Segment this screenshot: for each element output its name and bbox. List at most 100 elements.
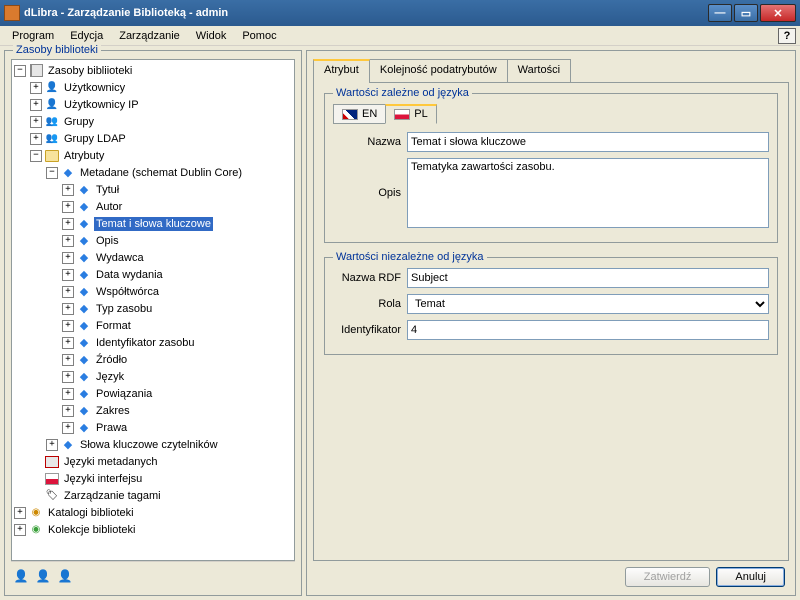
tree-item[interactable]: Opis [94, 234, 121, 248]
expander-icon[interactable]: + [14, 507, 26, 519]
tag-icon [45, 490, 59, 502]
expander-icon[interactable]: − [14, 65, 26, 77]
button-row: Zatwierdź Anuluj [313, 561, 789, 589]
tab-wartosci[interactable]: Wartości [507, 59, 571, 83]
tree-item[interactable]: Tytuł [94, 183, 121, 197]
lang-tab-en[interactable]: EN [333, 104, 386, 124]
anuluj-button[interactable]: Anuluj [716, 567, 785, 587]
tab-kolejnosc[interactable]: Kolejność podatrybutów [369, 59, 508, 83]
expander-icon[interactable]: + [62, 422, 74, 434]
tree-item-selected[interactable]: Temat i słowa kluczowe [94, 217, 213, 231]
tree-item[interactable]: Atrybuty [62, 149, 106, 163]
tree-item[interactable]: Słowa kluczowe czytelników [78, 438, 220, 452]
tree-item[interactable]: Katalogi biblioteki [46, 506, 136, 520]
flag-icon [45, 473, 59, 485]
zatwierdz-button[interactable]: Zatwierdź [625, 567, 711, 587]
details-panel: Atrybut Kolejność podatrybutów Wartości … [306, 50, 796, 596]
rola-select[interactable]: Temat [407, 294, 769, 314]
expander-icon[interactable]: − [30, 150, 42, 162]
expander-icon[interactable]: + [62, 405, 74, 417]
expander-icon[interactable]: + [62, 218, 74, 230]
expander-icon[interactable]: + [62, 269, 74, 281]
flag-icon [45, 456, 59, 468]
nazwa-input[interactable] [407, 132, 769, 152]
expander-icon[interactable]: + [62, 235, 74, 247]
group-icon [45, 133, 59, 145]
tree-item[interactable]: Metadane (schemat Dublin Core) [78, 166, 244, 180]
expander-icon[interactable]: + [30, 99, 42, 111]
expander-icon[interactable]: + [30, 82, 42, 94]
expander-icon[interactable]: − [46, 167, 58, 179]
diamond-icon [77, 252, 91, 264]
tree-item[interactable]: Zakres [94, 404, 132, 418]
tree-item[interactable]: Język [94, 370, 126, 384]
tree-item[interactable]: Kolekcje biblioteki [46, 523, 137, 537]
left-toolbar: 👤 👤 👤 [11, 561, 295, 589]
tree-item[interactable]: Grupy LDAP [62, 132, 128, 146]
diamond-icon [77, 184, 91, 196]
tree-item[interactable]: Wydawca [94, 251, 146, 265]
id-label: Identyfikator [333, 324, 407, 336]
expander-icon[interactable]: + [62, 201, 74, 213]
rola-label: Rola [333, 298, 407, 310]
opis-textarea[interactable] [407, 158, 769, 228]
tree-item[interactable]: Identyfikator zasobu [94, 336, 196, 350]
add-person-icon[interactable]: 👤 [35, 568, 51, 584]
tree-item[interactable]: Języki metadanych [62, 455, 160, 469]
expander-icon[interactable]: + [62, 337, 74, 349]
diamond-icon [77, 201, 91, 213]
resources-panel: Zasoby biblioteki −Zasoby bibliioteki +U… [4, 50, 302, 596]
resources-tree[interactable]: − Zasoby bibliioteki + Użytkownicy + Użytko… [11, 59, 295, 561]
window-maximize-button[interactable]: ▭ [734, 4, 758, 22]
tree-item[interactable]: Zarządzanie tagami [62, 489, 163, 503]
lang-tab-pl[interactable]: PL [385, 104, 436, 124]
expander-icon[interactable]: + [62, 286, 74, 298]
window-close-button[interactable]: ✕ [760, 4, 796, 22]
expander-icon[interactable]: + [62, 252, 74, 264]
tree-item[interactable]: Prawa [94, 421, 129, 435]
menu-zarzadzanie[interactable]: Zarządzanie [111, 28, 188, 44]
expander-icon[interactable]: + [30, 116, 42, 128]
tree-item[interactable]: Typ zasobu [94, 302, 154, 316]
help-icon[interactable]: ? [778, 28, 796, 44]
tree-item[interactable]: Powiązania [94, 387, 154, 401]
diamond-icon [61, 167, 75, 179]
diamond-icon [77, 422, 91, 434]
menu-program[interactable]: Program [4, 28, 62, 44]
tab-content: Wartości zależne od języka EN PL Nazwa O… [313, 82, 789, 561]
tab-atrybut[interactable]: Atrybut [313, 59, 370, 83]
window-minimize-button[interactable]: — [708, 4, 732, 22]
expander-icon[interactable]: + [30, 133, 42, 145]
tree-item[interactable]: Autor [94, 200, 124, 214]
app-icon [4, 5, 20, 21]
menu-widok[interactable]: Widok [188, 28, 235, 44]
person-icon[interactable]: 👤 [13, 568, 29, 584]
tree-item[interactable]: Źródło [94, 353, 129, 367]
menu-pomoc[interactable]: Pomoc [234, 28, 284, 44]
catalog-icon [29, 507, 43, 519]
expander-icon[interactable]: + [62, 303, 74, 315]
tree-item[interactable]: Użytkownicy IP [62, 98, 141, 112]
expander-icon[interactable]: + [62, 184, 74, 196]
expander-icon[interactable]: + [14, 524, 26, 536]
expander-icon[interactable]: + [46, 439, 58, 451]
rdf-input[interactable] [407, 268, 769, 288]
tree-item[interactable]: Użytkownicy [62, 81, 127, 95]
id-input[interactable] [407, 320, 769, 340]
tree-item[interactable]: Data wydania [94, 268, 165, 282]
expander-icon[interactable]: + [62, 354, 74, 366]
menu-edycja[interactable]: Edycja [62, 28, 111, 44]
tree-root[interactable]: Zasoby bibliioteki [46, 64, 134, 78]
tree-item[interactable]: Grupy [62, 115, 96, 129]
remove-person-icon[interactable]: 👤 [57, 568, 73, 584]
collection-icon [29, 524, 43, 536]
expander-icon[interactable]: + [62, 388, 74, 400]
fieldset-lang-independent: Wartości niezależne od języka Nazwa RDF … [324, 257, 778, 355]
tree-item[interactable]: Współtwórca [94, 285, 161, 299]
tree-item[interactable]: Języki interfejsu [62, 472, 144, 486]
tree-item[interactable]: Format [94, 319, 133, 333]
expander-icon[interactable]: + [62, 371, 74, 383]
diamond-icon [77, 235, 91, 247]
diamond-icon [61, 439, 75, 451]
expander-icon[interactable]: + [62, 320, 74, 332]
